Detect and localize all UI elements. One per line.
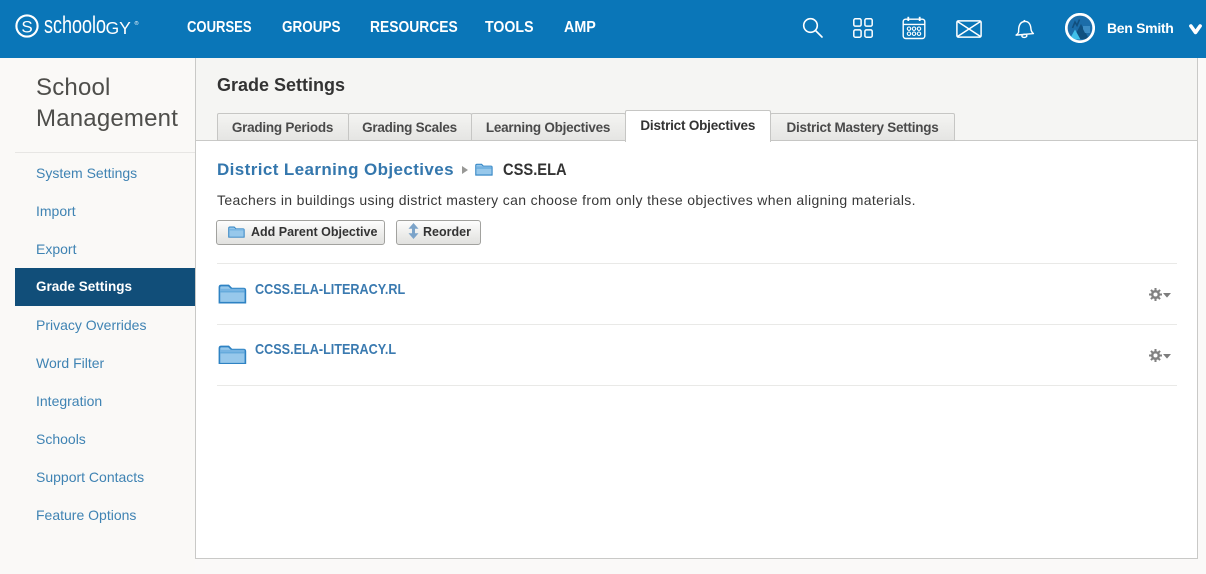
svg-text:S: S [21,17,32,36]
